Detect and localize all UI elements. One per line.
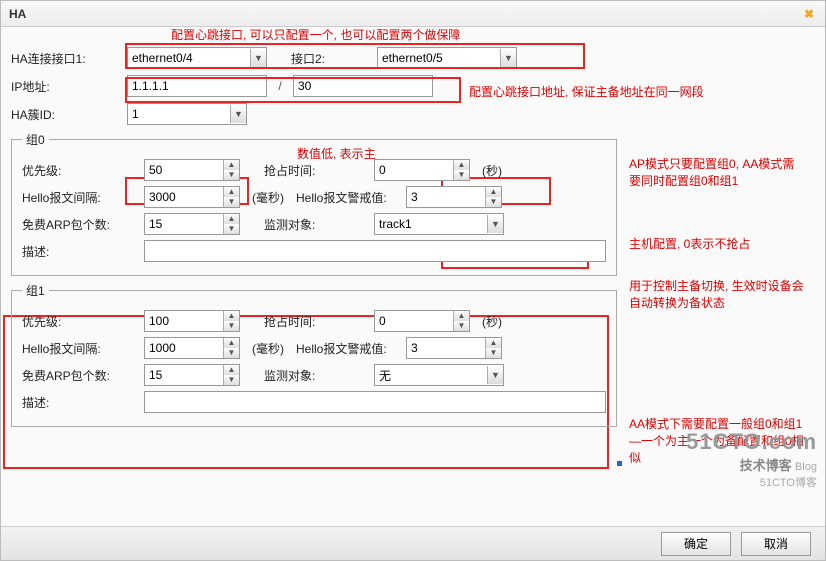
cancel-button[interactable]: 取消: [741, 532, 811, 556]
label-ip: IP地址:: [11, 78, 121, 95]
titlebar: HA ✖: [1, 1, 825, 27]
button-bar: 确定 取消: [1, 526, 825, 560]
spinner-arrows[interactable]: ▲▼: [485, 338, 501, 358]
chevron-down-icon: ▼: [230, 105, 246, 123]
spinner-arrows[interactable]: ▲▼: [223, 160, 239, 180]
spinner-g0-hello[interactable]: 3000▲▼: [144, 186, 240, 208]
dropdown-if1-value: ethernet0/4: [132, 51, 193, 65]
anchor-square: [617, 461, 622, 466]
dropdown-g0-mon[interactable]: track1▼: [374, 213, 504, 235]
note-ap: AP模式只要配置组0, AA模式需要同时配置组0和组1: [629, 155, 799, 189]
spinner-g1-hello[interactable]: 1000▲▼: [144, 337, 240, 359]
note-top: 配置心跳接口, 可以只配置一个, 也可以配置两个做保障: [171, 26, 460, 43]
chevron-down-icon: ▼: [500, 49, 516, 67]
label-g0-priority: 优先级:: [22, 162, 138, 179]
spinner-g0-arp[interactable]: 15▲▼: [144, 213, 240, 235]
watermark: 51CTO.com 技术博客 Blog 51CTO博客: [686, 429, 817, 490]
note-track: 用于控制主备切换, 生效时设备会自动转换为备状态: [629, 277, 809, 311]
spinner-arrows[interactable]: ▲▼: [223, 187, 239, 207]
slash: /: [273, 79, 287, 93]
dropdown-cluster[interactable]: 1 ▼: [127, 103, 247, 125]
label-g1-priority: 优先级:: [22, 313, 138, 330]
spinner-g0-warn[interactable]: 3▲▼: [406, 186, 502, 208]
label-g1-desc: 描述:: [22, 394, 138, 411]
chevron-down-icon: ▼: [487, 215, 503, 233]
unit-ms: (毫秒): [252, 340, 284, 357]
input-mask[interactable]: 30: [293, 75, 433, 97]
label-cluster: HA簇ID:: [11, 106, 121, 123]
dialog-body: 配置心跳接口, 可以只配置一个, 也可以配置两个做保障 配置心跳接口地址, 保证…: [1, 27, 825, 526]
label-g0-warn: Hello报文警戒值:: [296, 189, 400, 206]
watermark-site: 51CTO.com: [686, 429, 817, 455]
unit-sec: (秒): [482, 313, 502, 330]
label-g1-warn: Hello报文警戒值:: [296, 340, 400, 357]
note-aa: AA模式下需要配置一般组0和组1—一个为主一个为备配置和组0相似: [629, 415, 809, 466]
watermark-en: Blog: [795, 461, 817, 473]
label-g1-arp: 免费ARP包个数:: [22, 367, 138, 384]
spinner-g1-arp[interactable]: 15▲▼: [144, 364, 240, 386]
spinner-g1-priority[interactable]: 100▲▼: [144, 310, 240, 332]
input-ip[interactable]: 1.1.1.1: [127, 75, 267, 97]
ha-dialog: HA ✖ 配置心跳接口, 可以只配置一个, 也可以配置两个做保障 配置心跳接口地…: [0, 0, 826, 561]
dropdown-if2[interactable]: ethernet0/5 ▼: [377, 47, 517, 69]
ok-button[interactable]: 确定: [661, 532, 731, 556]
label-g0-hello: Hello报文间隔:: [22, 189, 138, 206]
label-g0-mon: 监测对象:: [264, 216, 368, 233]
legend-group0: 组0: [22, 131, 49, 148]
label-g1-preempt: 抢占时间:: [264, 313, 368, 330]
fieldset-group0: 组0 优先级: 50▲▼ 抢占时间: 0▲▼ (秒) Hello报文间隔: 30…: [11, 131, 617, 276]
dropdown-cluster-value: 1: [132, 107, 139, 121]
fieldset-group1: 组1 优先级: 100▲▼ 抢占时间: 0▲▼ (秒) Hello报文间隔: 1…: [11, 282, 617, 427]
label-g0-arp: 免费ARP包个数:: [22, 216, 138, 233]
spinner-g0-preempt[interactable]: 0▲▼: [374, 159, 470, 181]
input-g0-desc[interactable]: [144, 240, 606, 262]
window-title: HA: [9, 7, 26, 21]
legend-group1: 组1: [22, 282, 49, 299]
spinner-arrows[interactable]: ▲▼: [453, 311, 469, 331]
spinner-arrows[interactable]: ▲▼: [223, 365, 239, 385]
dropdown-if1[interactable]: ethernet0/4 ▼: [127, 47, 267, 69]
chevron-down-icon: ▼: [250, 49, 266, 67]
unit-sec: (秒): [482, 162, 502, 179]
label-ha-if1: HA连接接口1:: [11, 50, 121, 67]
spinner-g1-warn[interactable]: 3▲▼: [406, 337, 502, 359]
label-g0-preempt: 抢占时间:: [264, 162, 368, 179]
spinner-arrows[interactable]: ▲▼: [223, 311, 239, 331]
chevron-down-icon: ▼: [487, 366, 503, 384]
dropdown-g1-mon[interactable]: 无▼: [374, 364, 504, 386]
label-g1-mon: 监测对象:: [264, 367, 368, 384]
dropdown-if2-value: ethernet0/5: [382, 51, 443, 65]
watermark-tag: 51CTO博客: [686, 474, 817, 490]
label-if2: 接口2:: [291, 50, 371, 67]
input-g1-desc[interactable]: [144, 391, 606, 413]
spinner-arrows[interactable]: ▲▼: [223, 338, 239, 358]
watermark-cn: 技术博客: [740, 458, 792, 473]
label-g0-desc: 描述:: [22, 243, 138, 260]
unit-ms: (毫秒): [252, 189, 284, 206]
spinner-g0-priority[interactable]: 50▲▼: [144, 159, 240, 181]
label-g1-hello: Hello报文间隔:: [22, 340, 138, 357]
spinner-arrows[interactable]: ▲▼: [485, 187, 501, 207]
close-icon[interactable]: ✖: [801, 6, 817, 22]
spinner-arrows[interactable]: ▲▼: [223, 214, 239, 234]
spinner-arrows[interactable]: ▲▼: [453, 160, 469, 180]
spinner-g1-preempt[interactable]: 0▲▼: [374, 310, 470, 332]
note-preempt: 主机配置, 0表示不抢占: [629, 235, 750, 252]
